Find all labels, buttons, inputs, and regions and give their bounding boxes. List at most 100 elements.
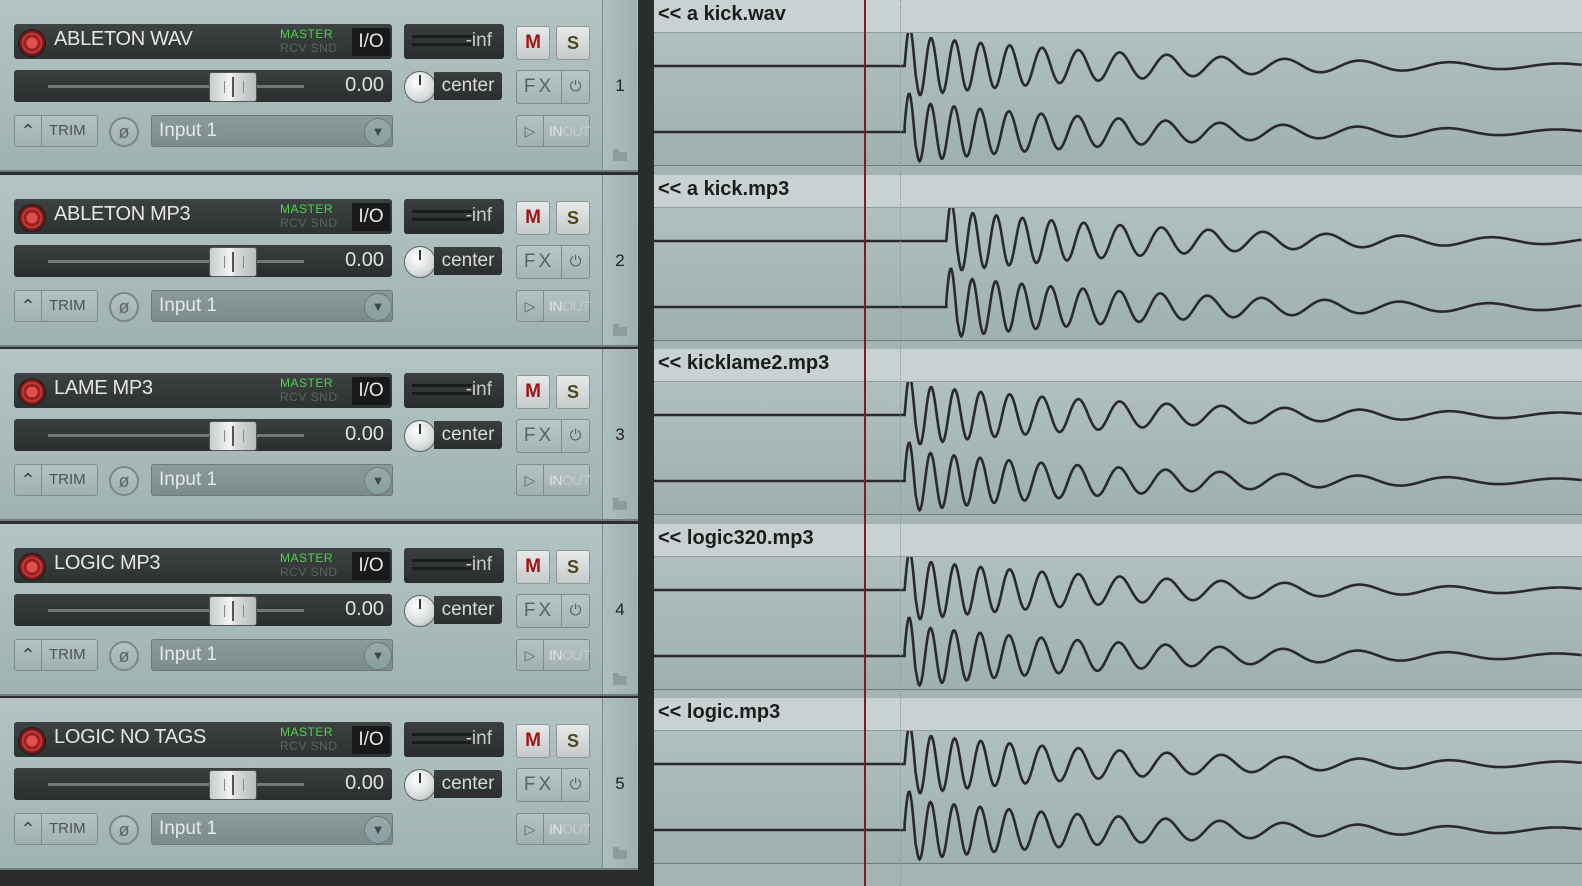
volume-fader[interactable]: 0.00 [14,245,392,277]
arrange-view[interactable]: << a kick.wav << a kick.mp3 << kicklame2… [654,0,1582,886]
routing-indicator[interactable]: MASTER RCV SND [280,377,348,404]
fader-handle[interactable] [209,770,257,800]
track-name[interactable]: LOGIC MP3 [54,552,161,575]
record-arm-icon[interactable] [18,378,46,406]
media-item[interactable]: << a kick.mp3 [654,175,1582,343]
power-icon[interactable]: ⏻ [561,768,590,802]
fx-button[interactable]: FX [516,419,562,453]
edit-cursor[interactable] [864,0,866,886]
io-button[interactable]: I/O [352,28,390,56]
envelope-trim-button[interactable]: ⌃ TRIM [14,115,98,147]
fx-button[interactable]: FX [516,70,562,104]
media-item-header[interactable]: << logic.mp3 [654,698,1582,731]
power-icon[interactable]: ⏻ [561,419,590,453]
solo-button[interactable]: S [556,375,590,409]
track-name-bar[interactable]: LOGIC MP3 MASTER RCV SND I/O [14,548,392,583]
envelope-trim-button[interactable]: ⌃ TRIM [14,813,98,845]
phase-invert-icon[interactable]: ø [109,117,139,147]
record-arm-icon[interactable] [18,727,46,755]
pan-control[interactable]: center [404,419,504,452]
record-input-select[interactable]: Input 1 ▼ [151,464,393,496]
fader-handle[interactable] [209,247,257,277]
pan-control[interactable]: center [404,594,504,627]
fx-button[interactable]: FX [516,594,562,628]
record-arm-icon[interactable] [18,553,46,581]
record-arm-icon[interactable] [18,29,46,57]
folder-icon[interactable] [613,673,627,685]
record-input-select[interactable]: Input 1 ▼ [151,813,393,845]
media-item[interactable]: << kicklame2.mp3 [654,349,1582,517]
track-panel[interactable]: ABLETON WAV MASTER RCV SND I/O -inf M S … [0,0,638,172]
media-item-header[interactable]: << a kick.wav [654,0,1582,33]
record-arm-icon[interactable] [18,204,46,232]
mute-button[interactable]: M [516,724,550,758]
media-item[interactable]: << logic320.mp3 [654,524,1582,692]
record-monitor-button[interactable]: ▷ INOUT [516,464,591,496]
media-item-header[interactable]: << kicklame2.mp3 [654,349,1582,382]
volume-fader[interactable]: 0.00 [14,594,392,626]
io-button[interactable]: I/O [352,377,390,405]
record-monitor-button[interactable]: ▷ INOUT [516,290,591,322]
record-monitor-button[interactable]: ▷ INOUT [516,639,591,671]
phase-invert-icon[interactable]: ø [109,466,139,496]
media-item-body[interactable] [654,33,1582,166]
power-icon[interactable]: ⏻ [561,70,590,104]
media-item-header[interactable]: << logic320.mp3 [654,524,1582,557]
track-name-bar[interactable]: LOGIC NO TAGS MASTER RCV SND I/O [14,722,392,757]
pan-control[interactable]: center [404,245,504,278]
phase-invert-icon[interactable]: ø [109,641,139,671]
track-name-bar[interactable]: LAME MP3 MASTER RCV SND I/O [14,373,392,408]
track-panel[interactable]: LOGIC MP3 MASTER RCV SND I/O -inf M S 0.… [0,524,638,696]
pan-knob[interactable] [404,595,436,627]
io-button[interactable]: I/O [352,726,390,754]
mute-button[interactable]: M [516,550,550,584]
track-number-strip[interactable]: 2 [602,175,637,345]
pan-knob[interactable] [404,71,436,103]
track-name[interactable]: ABLETON MP3 [54,203,191,226]
pan-knob[interactable] [404,246,436,278]
fx-button[interactable]: FX [516,768,562,802]
volume-fader[interactable]: 0.00 [14,768,392,800]
envelope-trim-button[interactable]: ⌃ TRIM [14,639,98,671]
power-icon[interactable]: ⏻ [561,245,590,279]
routing-indicator[interactable]: MASTER RCV SND [280,726,348,753]
track-panel[interactable]: LAME MP3 MASTER RCV SND I/O -inf M S 0.0… [0,349,638,521]
chevron-down-icon[interactable]: ▼ [364,467,392,495]
record-monitor-button[interactable]: ▷ INOUT [516,813,591,845]
fader-handle[interactable] [209,421,257,451]
volume-fader[interactable]: 0.00 [14,70,392,102]
phase-invert-icon[interactable]: ø [109,815,139,845]
power-icon[interactable]: ⏻ [561,594,590,628]
folder-icon[interactable] [613,847,627,859]
solo-button[interactable]: S [556,724,590,758]
solo-button[interactable]: S [556,26,590,60]
media-item[interactable]: << a kick.wav [654,0,1582,168]
chevron-down-icon[interactable]: ▼ [364,816,392,844]
chevron-down-icon[interactable]: ▼ [364,118,392,146]
track-number-strip[interactable]: 5 [602,698,637,868]
track-number-strip[interactable]: 4 [602,524,637,694]
folder-icon[interactable] [613,498,627,510]
track-name-bar[interactable]: ABLETON MP3 MASTER RCV SND I/O [14,199,392,234]
track-number-strip[interactable]: 1 [602,0,637,170]
fader-handle[interactable] [209,596,257,626]
fader-handle[interactable] [209,72,257,102]
solo-button[interactable]: S [556,550,590,584]
pan-control[interactable]: center [404,70,504,103]
routing-indicator[interactable]: MASTER RCV SND [280,552,348,579]
track-panel[interactable]: LOGIC NO TAGS MASTER RCV SND I/O -inf M … [0,698,638,870]
pan-control[interactable]: center [404,768,504,801]
track-name-bar[interactable]: ABLETON WAV MASTER RCV SND I/O [14,24,392,59]
folder-icon[interactable] [613,149,627,161]
record-monitor-button[interactable]: ▷ INOUT [516,115,591,147]
track-name[interactable]: ABLETON WAV [54,28,193,51]
routing-indicator[interactable]: MASTER RCV SND [280,28,348,55]
envelope-trim-button[interactable]: ⌃ TRIM [14,464,98,496]
chevron-down-icon[interactable]: ▼ [364,642,392,670]
record-input-select[interactable]: Input 1 ▼ [151,639,393,671]
pan-knob[interactable] [404,769,436,801]
media-item-body[interactable] [654,557,1582,690]
mute-button[interactable]: M [516,375,550,409]
media-item-body[interactable] [654,382,1582,515]
track-panel[interactable]: ABLETON MP3 MASTER RCV SND I/O -inf M S … [0,175,638,347]
